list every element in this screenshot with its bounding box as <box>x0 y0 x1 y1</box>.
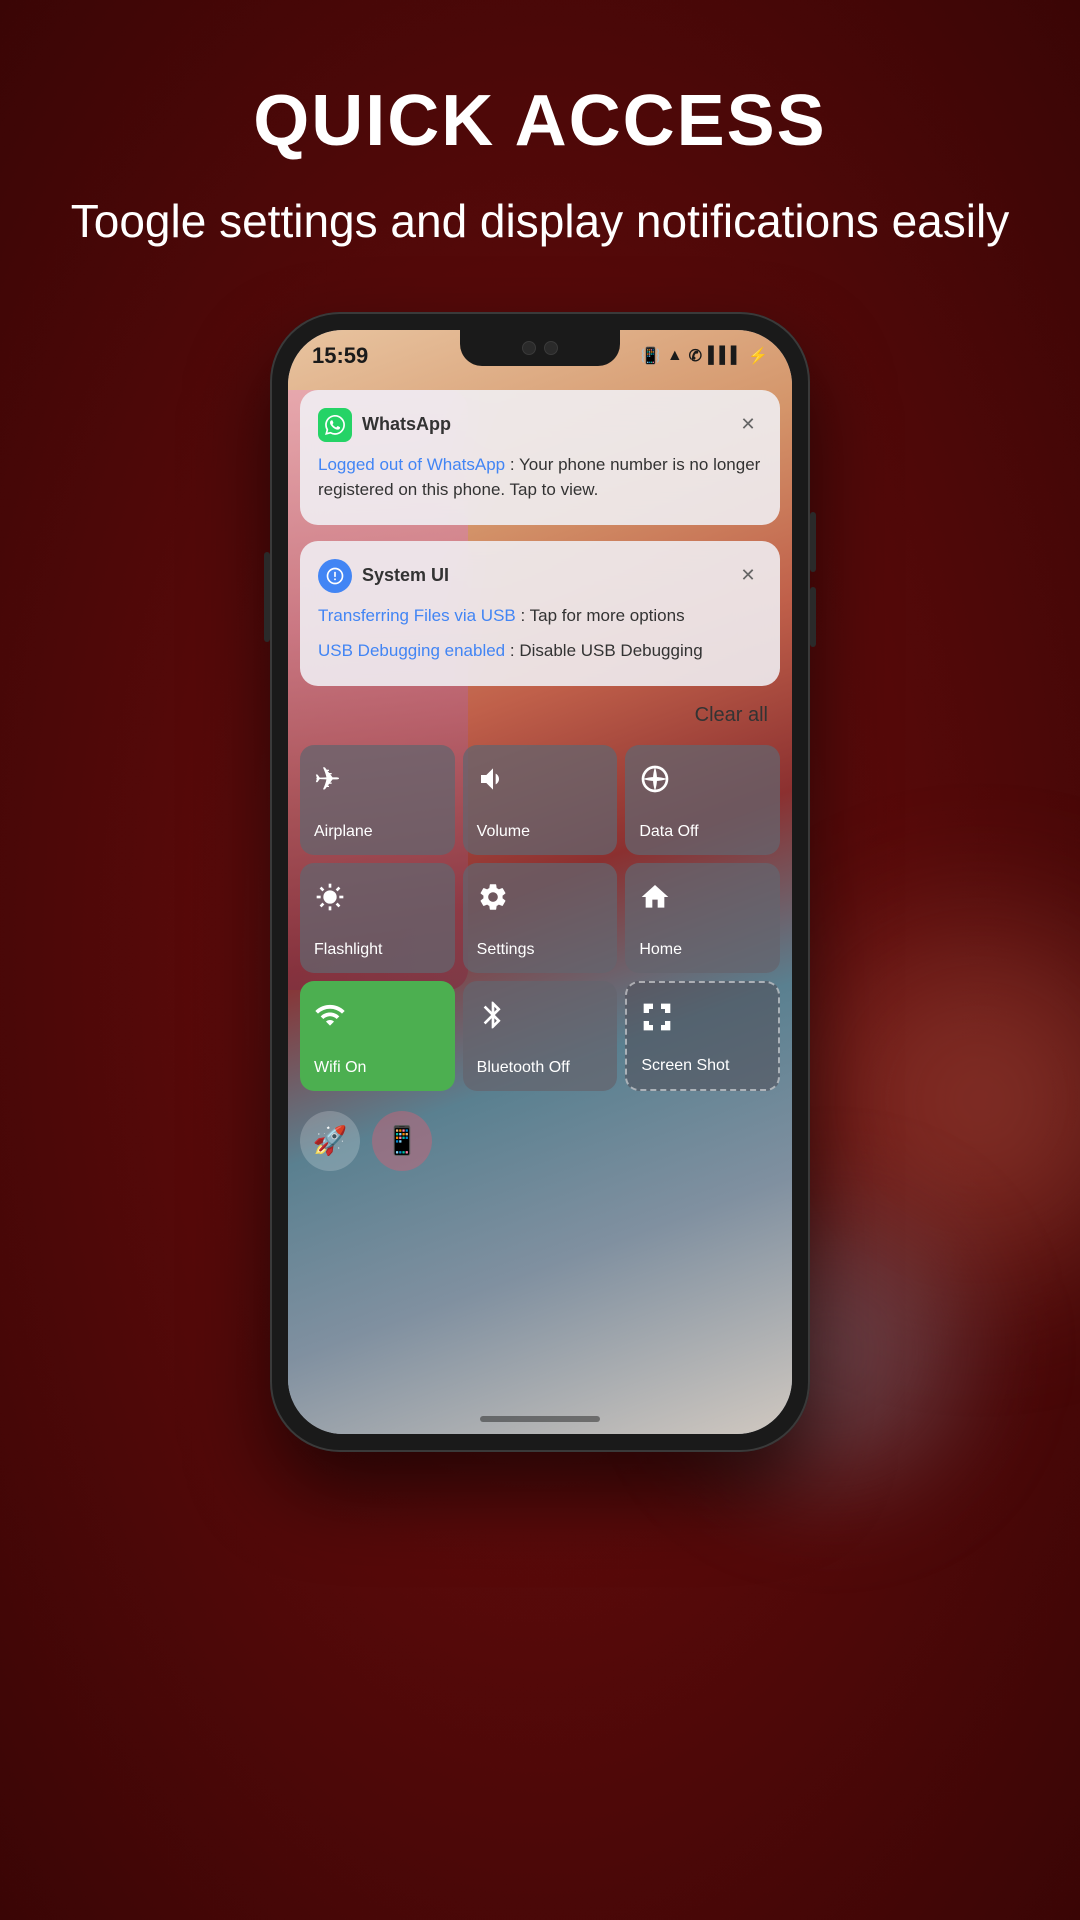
usb-transfer-link: Transferring Files via USB <box>318 606 516 625</box>
systemui-notif-header: System UI ✕ <box>318 559 762 593</box>
qs-tile-bluetooth[interactable]: Bluetooth Off <box>463 981 618 1091</box>
qs-tile-home[interactable]: Home <box>625 863 780 973</box>
data-icon <box>639 763 671 800</box>
whatsapp-notif-body: Logged out of WhatsApp : Your phone numb… <box>318 452 762 503</box>
whatsapp-notification[interactable]: WhatsApp ✕ Logged out of WhatsApp : Your… <box>300 390 780 525</box>
page-subtitle: Toogle settings and display notification… <box>71 192 1009 252</box>
qs-settings-label: Settings <box>477 941 535 959</box>
volume-icon <box>477 763 509 800</box>
qs-tile-volume[interactable]: Volume <box>463 745 618 855</box>
quick-settings-grid: ✈ Airplane Volume <box>288 737 792 1111</box>
whatsapp-notif-link: Logged out of WhatsApp <box>318 455 505 474</box>
qs-tile-airplane[interactable]: ✈ Airplane <box>300 745 455 855</box>
qs-screenshot-label: Screen Shot <box>641 1057 729 1075</box>
usb-debug-link: USB Debugging enabled <box>318 641 505 660</box>
status-icons: 📳 ▲ ✆ ▌▌▌ ⚡ <box>641 346 768 366</box>
whatsapp-notif-header: WhatsApp ✕ <box>318 408 762 442</box>
qs-bluetooth-label: Bluetooth Off <box>477 1059 570 1077</box>
qs-home-label: Home <box>639 941 682 959</box>
systemui-icon <box>318 559 352 593</box>
phone-icon: ✆ <box>689 346 702 366</box>
flashlight-icon <box>314 881 346 918</box>
phone-outer: 15:59 📳 ▲ ✆ ▌▌▌ ⚡ <box>270 312 810 1452</box>
volume-up-button[interactable] <box>810 512 816 572</box>
clear-all-button[interactable]: Clear all <box>695 704 768 727</box>
airplane-icon: ✈ <box>314 763 341 795</box>
whatsapp-close-button[interactable]: ✕ <box>734 411 762 439</box>
status-time: 15:59 <box>312 343 368 369</box>
ir-sensor <box>544 341 558 355</box>
systemui-notif-body-2: USB Debugging enabled : Disable USB Debu… <box>318 638 762 664</box>
power-button[interactable] <box>264 552 270 642</box>
vibrate-icon: 📳 <box>641 346 661 366</box>
front-camera <box>522 341 536 355</box>
qs-data-label: Data Off <box>639 823 698 841</box>
page-title: QUICK ACCESS <box>71 80 1009 162</box>
systemui-notif-body-1: Transferring Files via USB : Tap for mor… <box>318 603 762 629</box>
recent-app-icon[interactable]: 📱 <box>372 1111 432 1171</box>
qs-volume-label: Volume <box>477 823 530 841</box>
notch-camera <box>505 340 575 356</box>
settings-icon <box>477 881 509 918</box>
qs-tile-settings[interactable]: Settings <box>463 863 618 973</box>
screenshot-icon <box>641 1001 673 1038</box>
qs-tile-data[interactable]: Data Off <box>625 745 780 855</box>
qs-flashlight-label: Flashlight <box>314 941 382 959</box>
usb-debug-text: : Disable USB Debugging <box>505 641 703 660</box>
volume-down-button[interactable] <box>810 587 816 647</box>
whatsapp-icon <box>318 408 352 442</box>
systemui-close-button[interactable]: ✕ <box>734 562 762 590</box>
qs-tile-screenshot[interactable]: Screen Shot <box>625 981 780 1091</box>
qs-airplane-label: Airplane <box>314 823 373 841</box>
header-section: QUICK ACCESS Toogle settings and display… <box>11 0 1069 292</box>
phone-mockup: 15:59 📳 ▲ ✆ ▌▌▌ ⚡ <box>270 312 810 1452</box>
qs-tile-flashlight[interactable]: Flashlight <box>300 863 455 973</box>
phone-screen: 15:59 📳 ▲ ✆ ▌▌▌ ⚡ <box>288 330 792 1434</box>
qs-wifi-label: Wifi On <box>314 1059 366 1077</box>
bluetooth-icon <box>477 999 509 1036</box>
wifi-icon: ▲ <box>667 347 683 365</box>
wifi-qs-icon <box>314 999 346 1036</box>
battery-icon: ⚡ <box>748 346 768 366</box>
notch <box>460 330 620 366</box>
usb-transfer-text: : Tap for more options <box>516 606 685 625</box>
whatsapp-app-name: WhatsApp <box>362 414 734 435</box>
qs-tile-wifi[interactable]: Wifi On <box>300 981 455 1091</box>
notification-panel: WhatsApp ✕ Logged out of WhatsApp : Your… <box>288 382 792 1434</box>
systemui-notification[interactable]: System UI ✕ Transferring Files via USB :… <box>300 541 780 686</box>
signal-icon: ▌▌▌ <box>708 347 742 365</box>
clear-all-row: Clear all <box>288 694 792 737</box>
home-icon <box>639 881 671 918</box>
launcher-icon[interactable]: 🚀 <box>300 1111 360 1171</box>
home-indicator[interactable] <box>480 1416 600 1422</box>
systemui-app-name: System UI <box>362 565 734 586</box>
